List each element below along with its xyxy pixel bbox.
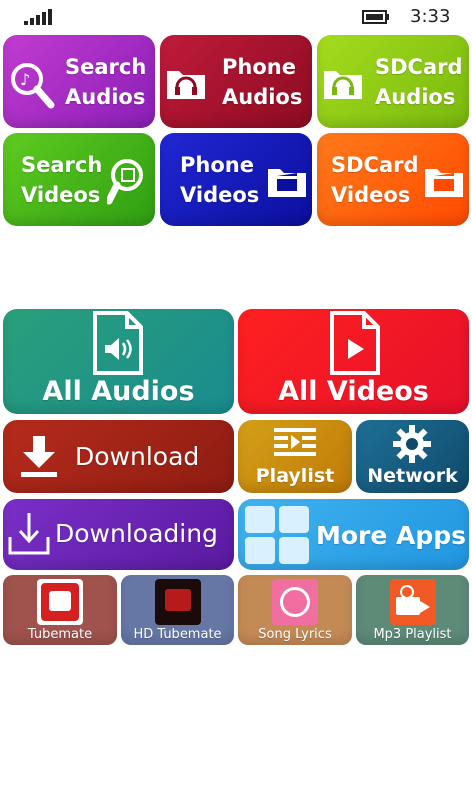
tubemate-icon (37, 579, 83, 625)
audio-file-icon (93, 311, 143, 375)
downloading-icon (8, 513, 50, 555)
sdcard-audios-tile[interactable]: SDCard Audios (317, 35, 469, 128)
status-bar: 3:33 (0, 0, 472, 32)
phone-videos-tile[interactable]: Phone Videos (160, 133, 312, 226)
svg-text:♪: ♪ (20, 70, 30, 89)
video-folder-icon (268, 169, 306, 197)
app-tile-tubemate[interactable]: Tubemate (3, 575, 117, 645)
all-videos-tile[interactable]: All Videos (238, 309, 469, 414)
more-apps-tile[interactable]: More Apps (238, 499, 469, 570)
mp3-playlist-icon (389, 579, 436, 625)
grid-icon (245, 506, 309, 564)
sdcard-audios-label: SDCard Audios (375, 55, 463, 109)
phone-audios-tile[interactable]: Phone Audios (160, 35, 312, 128)
download-tile[interactable]: Download (3, 420, 234, 493)
app-label: Tubemate (27, 627, 93, 642)
gear-icon (393, 425, 431, 463)
app-label: HD Tubemate (133, 627, 222, 642)
search-videos-tile[interactable]: Search Videos (3, 133, 155, 226)
search-video-icon (107, 159, 143, 205)
phone-audios-label: Phone Audios (222, 55, 303, 109)
song-lyrics-icon (272, 579, 318, 625)
more-apps-label: More Apps (316, 521, 467, 550)
playlist-tile[interactable]: Playlist (238, 420, 352, 493)
search-audios-tile[interactable]: ♪ Search Audios (3, 35, 155, 128)
sdcard-videos-tile[interactable]: SDCard Videos (317, 133, 469, 226)
all-audios-label: All Audios (42, 376, 195, 407)
battery-icon (362, 10, 389, 24)
hd-tubemate-icon (154, 579, 201, 625)
app-tile-hd-tubemate[interactable]: HD Tubemate (121, 575, 234, 645)
search-audio-icon: ♪ (11, 63, 55, 109)
signal-icon (24, 9, 54, 25)
video-folder-icon (425, 169, 463, 197)
network-label: Network (367, 465, 458, 487)
sdcard-videos-label: SDCard Videos (331, 153, 419, 207)
download-icon (21, 436, 57, 477)
app-tile-mp3-playlist[interactable]: Mp3 Playlist (356, 575, 469, 645)
app-label: Mp3 Playlist (373, 627, 452, 642)
search-audios-label: Search Audios (65, 55, 147, 109)
phone-videos-label: Phone Videos (180, 153, 260, 207)
app-label: Song Lyrics (258, 627, 332, 642)
download-label: Download (75, 442, 200, 471)
headphones-folder-icon (167, 71, 205, 99)
search-videos-label: Search Videos (21, 153, 103, 207)
video-file-icon (330, 311, 380, 375)
playlist-icon (274, 428, 316, 456)
downloading-label: Downloading (55, 519, 218, 548)
clock: 3:33 (410, 6, 451, 27)
headphones-folder-icon (324, 71, 362, 99)
app-tile-song-lyrics[interactable]: Song Lyrics (238, 575, 352, 645)
network-tile[interactable]: Network (356, 420, 469, 493)
playlist-label: Playlist (255, 465, 335, 487)
all-videos-label: All Videos (278, 376, 429, 407)
downloading-tile[interactable]: Downloading (3, 499, 234, 570)
all-audios-tile[interactable]: All Audios (3, 309, 234, 414)
